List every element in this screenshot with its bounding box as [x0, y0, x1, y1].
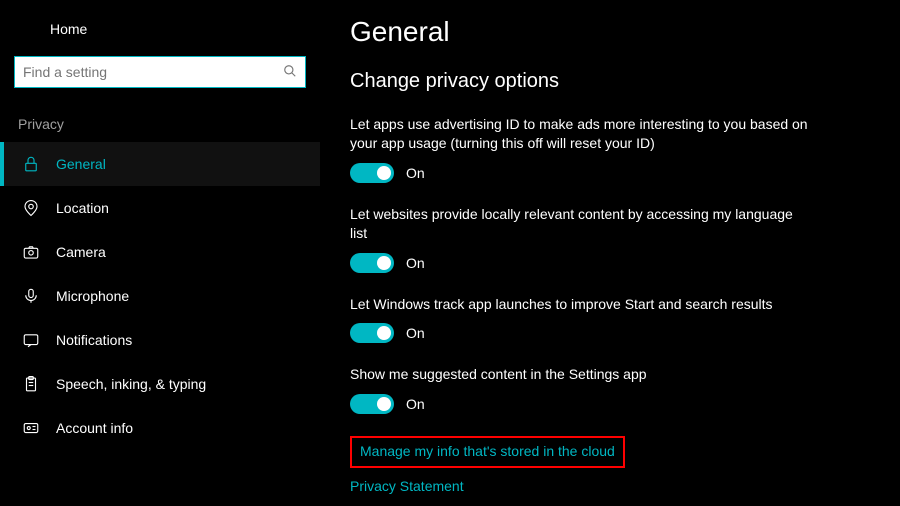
location-icon [22, 199, 40, 217]
option-description: Let Windows track app launches to improv… [350, 295, 810, 314]
sidebar-item-label: Speech, inking, & typing [56, 376, 206, 392]
sidebar-item-camera[interactable]: Camera [0, 230, 320, 274]
account-icon [22, 419, 40, 437]
sidebar-item-microphone[interactable]: Microphone [0, 274, 320, 318]
sidebar-item-location[interactable]: Location [0, 186, 320, 230]
option-suggested-content: Show me suggested content in the Setting… [350, 365, 810, 414]
toggle-track-launches[interactable] [350, 323, 394, 343]
sidebar-item-label: Account info [56, 420, 133, 436]
toggle-suggested-content[interactable] [350, 394, 394, 414]
sidebar-item-account[interactable]: Account info [0, 406, 320, 450]
sidebar-item-label: General [56, 156, 106, 172]
notifications-icon [22, 331, 40, 349]
option-description: Let websites provide locally relevant co… [350, 205, 810, 243]
lock-icon [22, 155, 40, 173]
section-label: Privacy [0, 116, 320, 142]
option-description: Show me suggested content in the Setting… [350, 365, 810, 384]
page-title: General [350, 16, 870, 48]
highlight-annotation: Manage my info that's stored in the clou… [350, 436, 625, 468]
search-box[interactable] [14, 56, 306, 88]
content-area: General Change privacy options Let apps … [320, 0, 900, 506]
home-label: Home [50, 21, 87, 37]
home-button[interactable]: Home [0, 14, 320, 56]
option-language-list: Let websites provide locally relevant co… [350, 205, 810, 273]
clipboard-icon [22, 375, 40, 393]
camera-icon [22, 243, 40, 261]
sidebar-item-general[interactable]: General [0, 142, 320, 186]
sidebar: Home Privacy General Location Camera Mic… [0, 0, 320, 506]
gear-icon [18, 20, 36, 38]
sidebar-item-notifications[interactable]: Notifications [0, 318, 320, 362]
sidebar-item-label: Notifications [56, 332, 132, 348]
toggle-state-label: On [406, 255, 425, 271]
option-description: Let apps use advertising ID to make ads … [350, 115, 810, 153]
toggle-language-list[interactable] [350, 253, 394, 273]
microphone-icon [22, 287, 40, 305]
toggle-advertising-id[interactable] [350, 163, 394, 183]
toggle-state-label: On [406, 325, 425, 341]
toggle-state-label: On [406, 165, 425, 181]
sidebar-item-label: Location [56, 200, 109, 216]
sidebar-item-speech[interactable]: Speech, inking, & typing [0, 362, 320, 406]
toggle-state-label: On [406, 396, 425, 412]
option-advertising-id: Let apps use advertising ID to make ads … [350, 115, 810, 183]
link-privacy-statement[interactable]: Privacy Statement [350, 478, 464, 494]
search-icon [283, 64, 297, 81]
sidebar-item-label: Microphone [56, 288, 129, 304]
option-track-launches: Let Windows track app launches to improv… [350, 295, 810, 344]
section-heading: Change privacy options [350, 70, 870, 93]
link-manage-cloud-info[interactable]: Manage my info that's stored in the clou… [360, 443, 615, 459]
sidebar-item-label: Camera [56, 244, 106, 260]
search-input[interactable] [23, 64, 283, 80]
